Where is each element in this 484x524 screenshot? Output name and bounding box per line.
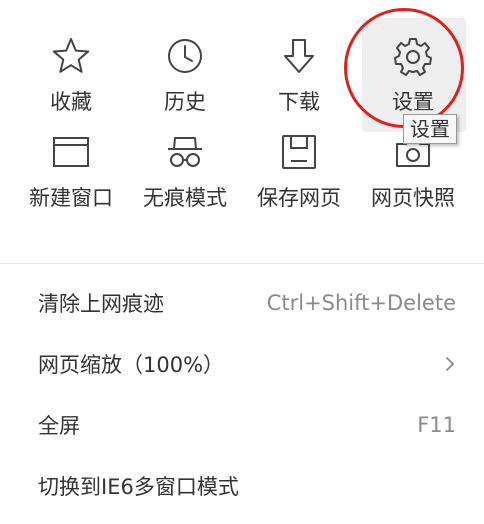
incognito-glasses-icon [165,132,205,172]
fullscreen-shortcut: F11 [417,412,456,437]
new-window-label: 新建窗口 [29,186,113,210]
settings-tooltip: 设置 [403,114,457,144]
favorites-label: 收藏 [50,90,92,114]
download-arrow-icon [279,36,319,76]
zoom-label: 网页缩放（100%） [38,352,225,377]
incognito-button[interactable]: 无痕模式 [128,128,242,228]
ie6-mode-menu-item[interactable]: 切换到IE6多窗口模式 [0,455,484,516]
save-page-button[interactable]: 保存网页 [242,128,356,228]
menu-list: 清除上网痕迹 Ctrl+Shift+Delete 网页缩放（100%） 全屏 F… [0,272,484,516]
gear-icon [393,36,433,76]
clear-history-label: 清除上网痕迹 [38,291,164,316]
quick-actions-grid: 收藏 历史 下载 设置 新建窗口 无痕模式 保存网页 网页快照 [14,18,470,238]
clock-icon [165,36,205,76]
fullscreen-menu-item[interactable]: 全屏 F11 [0,394,484,455]
downloads-label: 下载 [278,90,320,114]
incognito-label: 无痕模式 [143,186,227,210]
fullscreen-label: 全屏 [38,413,80,438]
star-icon [51,36,91,76]
window-icon [51,132,91,172]
save-page-label: 保存网页 [257,186,341,210]
history-label: 历史 [164,90,206,114]
settings-label: 设置 [392,90,434,114]
ie6-mode-label: 切换到IE6多窗口模式 [38,474,239,499]
floppy-disk-icon [279,132,319,172]
new-window-button[interactable]: 新建窗口 [14,128,128,228]
settings-button[interactable]: 设置 [356,18,470,132]
zoom-menu-item[interactable]: 网页缩放（100%） [0,333,484,394]
history-button[interactable]: 历史 [128,18,242,128]
clear-history-shortcut: Ctrl+Shift+Delete [266,290,456,315]
screenshot-label: 网页快照 [371,186,455,210]
clear-history-menu-item[interactable]: 清除上网痕迹 Ctrl+Shift+Delete [0,272,484,333]
chevron-right-icon [444,354,456,374]
menu-divider [0,263,484,264]
downloads-button[interactable]: 下载 [242,18,356,128]
favorites-button[interactable]: 收藏 [14,18,128,128]
